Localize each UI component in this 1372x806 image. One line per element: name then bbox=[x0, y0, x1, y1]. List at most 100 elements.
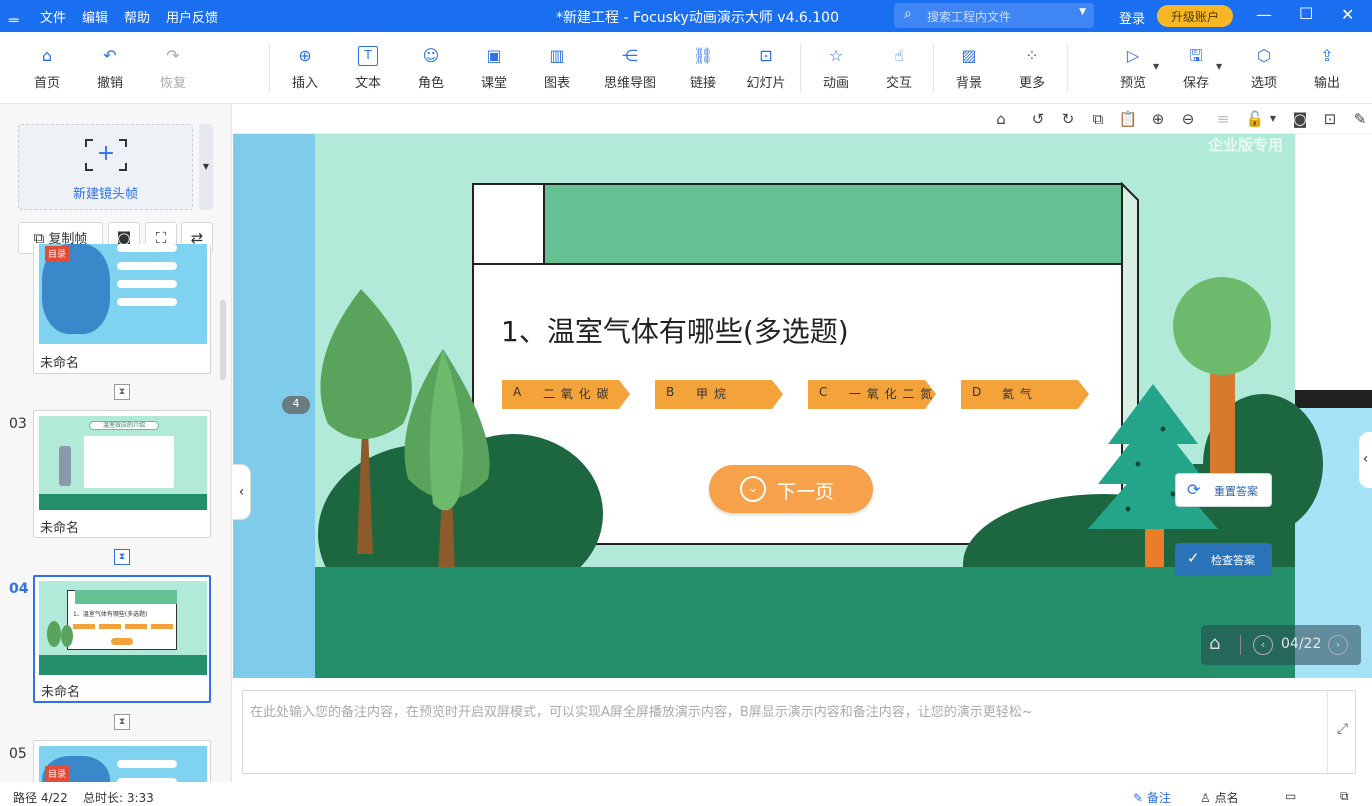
slide-name[interactable]: 未命名 bbox=[40, 517, 79, 536]
thumb-next bbox=[111, 638, 133, 645]
toc-bar bbox=[117, 778, 177, 782]
slide-thumbnail[interactable]: 目录 bbox=[33, 740, 211, 782]
frame-number-badge[interactable]: 4 bbox=[282, 397, 310, 410]
options-button[interactable]: ⬡ 选项 bbox=[1232, 32, 1296, 104]
option-c[interactable]: C 一 氧 化 二 氮 bbox=[805, 379, 937, 409]
rotate-left-icon[interactable]: ↺ bbox=[1028, 109, 1048, 129]
classroom-button[interactable]: ▣ 课堂 bbox=[462, 32, 526, 104]
reset-answer-button[interactable]: ⟳ 重置答案 bbox=[1175, 473, 1272, 507]
prev-page-icon[interactable]: ‹ bbox=[1253, 635, 1273, 655]
chevron-down-icon: ⌄ bbox=[740, 476, 766, 502]
redo-icon: ↷ bbox=[166, 46, 180, 65]
duration-status: 总时长: 3:33 bbox=[83, 791, 154, 805]
close-icon[interactable]: ✕ bbox=[1341, 5, 1354, 24]
preview-dropdown-icon[interactable]: ▼ bbox=[1153, 62, 1159, 71]
edit-icon[interactable]: ✎ bbox=[1350, 109, 1370, 129]
play-icon: ▷ bbox=[1126, 46, 1140, 65]
maximize-icon[interactable]: ☐ bbox=[1299, 4, 1313, 23]
slide-name[interactable]: 未命名 bbox=[40, 352, 79, 371]
slide-thumbnail[interactable]: 温室效应的介绍 未命名 bbox=[33, 410, 211, 538]
slides-label: 幻灯片 bbox=[746, 76, 786, 91]
new-frame-button[interactable]: + 新建镜头帧 bbox=[18, 124, 193, 210]
lock-dropdown-icon[interactable]: ▼ bbox=[1263, 109, 1283, 129]
notes-textarea[interactable]: 在此处输入您的备注内容，在预览时开启双屏模式，可以实现A屏全屏播放演示内容，B屏… bbox=[242, 690, 1357, 775]
save-label: 保存 bbox=[1182, 76, 1209, 91]
person-icon: ♙ bbox=[1200, 791, 1211, 805]
expand-right-panel-button[interactable]: ‹ bbox=[1359, 432, 1372, 488]
check-answer-button[interactable]: ✓ 检查答案 bbox=[1175, 543, 1272, 576]
menu-help[interactable]: 帮助 bbox=[124, 7, 150, 26]
thumb-tree bbox=[47, 621, 61, 647]
slide-thumbnail-selected[interactable]: 1、温室气体有哪些(多选题) 未命名 bbox=[33, 575, 211, 703]
align-icon[interactable]: ≡ bbox=[1213, 109, 1233, 129]
redo-button[interactable]: ↷ 恢复 bbox=[141, 32, 205, 104]
new-frame-dropdown[interactable]: ▼ bbox=[199, 124, 213, 210]
thumb-question: 1、温室气体有哪些(多选题) bbox=[73, 611, 148, 618]
upgrade-button[interactable]: 升级账户 bbox=[1157, 5, 1233, 27]
ground bbox=[315, 567, 1295, 678]
chart-button[interactable]: ▥ 图表 bbox=[525, 32, 589, 104]
minimize-icon[interactable]: — bbox=[1256, 5, 1272, 24]
option-a[interactable]: A 二 氧 化 碳 bbox=[499, 379, 631, 409]
menu-file[interactable]: 文件 bbox=[40, 7, 66, 26]
slide-artwork bbox=[233, 134, 1372, 678]
home-button[interactable]: ⌂ 首页 bbox=[15, 32, 79, 104]
lock-icon[interactable]: 🔓 bbox=[1245, 109, 1265, 129]
link-label: 链接 bbox=[689, 76, 716, 91]
transition-icon[interactable]: ⧗ bbox=[114, 549, 130, 565]
transition-icon[interactable]: ⧗ bbox=[114, 714, 130, 730]
question-title[interactable]: 1、温室气体有哪些(多选题) bbox=[501, 310, 849, 350]
rotate-right-icon[interactable]: ↻ bbox=[1058, 109, 1078, 129]
check-icon: ✓ bbox=[1187, 549, 1200, 567]
plus-icon: + bbox=[96, 141, 116, 166]
slide-thumb-image: 目录 bbox=[39, 746, 207, 782]
background-button[interactable]: ▨ 背景 bbox=[937, 32, 1001, 104]
option-d[interactable]: D 氦 气 bbox=[958, 379, 1090, 409]
panel-scrollbar[interactable] bbox=[220, 300, 226, 380]
slide-name[interactable]: 未命名 bbox=[41, 681, 80, 700]
text-button[interactable]: T 文本 bbox=[336, 32, 400, 104]
next-page-label: 下一页 bbox=[777, 481, 835, 503]
home-icon[interactable]: ⌂ bbox=[991, 109, 1011, 129]
screen-icon[interactable]: ▭ bbox=[1285, 789, 1296, 803]
rollcall-label: 点名 bbox=[1214, 791, 1239, 805]
slides-button[interactable]: ⊡ 幻灯片 bbox=[734, 32, 798, 104]
chevron-down-icon[interactable]: ▼ bbox=[1079, 7, 1086, 17]
menu-edit[interactable]: 编辑 bbox=[82, 7, 108, 26]
animation-button[interactable]: ☆ 动画 bbox=[804, 32, 868, 104]
canvas-stage[interactable]: 企业版专用 4 1、温室气体有哪些(多选题) A 二 氧 化 碳 B 甲 烷 C… bbox=[233, 134, 1372, 678]
window-mode-icon[interactable]: ⧉ bbox=[1340, 789, 1349, 804]
search-input[interactable]: ⌕ 搜索工程内文件 ▼ bbox=[894, 3, 1094, 28]
interaction-button[interactable]: ☝ 交互 bbox=[867, 32, 931, 104]
option-b[interactable]: B 甲 烷 bbox=[652, 379, 784, 409]
mindmap-button[interactable]: ⋲ 思维导图 bbox=[598, 32, 662, 104]
rollcall-button[interactable]: ♙ 点名 bbox=[1200, 789, 1239, 806]
copy-icon[interactable]: ⧉ bbox=[1088, 109, 1108, 129]
status-bar: 路径 4/22 总时长: 3:33 ✎ 备注 ♙ 点名 ▭ ⧉ bbox=[0, 786, 1372, 806]
expand-icon[interactable]: ⤢ bbox=[1327, 691, 1357, 775]
link-button[interactable]: ⛓ 链接 bbox=[671, 32, 735, 104]
export-button[interactable]: ⇪ 输出 bbox=[1295, 32, 1359, 104]
character-button[interactable]: ☺ 角色 bbox=[399, 32, 463, 104]
zoom-in-icon[interactable]: ⊕ bbox=[1148, 109, 1168, 129]
undo-button[interactable]: ↶ 撤销 bbox=[78, 32, 142, 104]
camera-icon[interactable]: ◙ bbox=[1290, 109, 1310, 129]
fold-icon[interactable]: 𝍡 bbox=[8, 7, 19, 31]
more-button[interactable]: ⁘ 更多 bbox=[1000, 32, 1064, 104]
insert-button[interactable]: ⊕ 插入 bbox=[273, 32, 337, 104]
next-page-button[interactable]: ⌄ 下一页 bbox=[709, 465, 873, 513]
paste-icon[interactable]: 📋 bbox=[1118, 109, 1138, 129]
next-page-icon[interactable]: › bbox=[1328, 635, 1348, 655]
frame-settings-icon[interactable]: ⊡ bbox=[1320, 109, 1340, 129]
zoom-out-icon[interactable]: ⊖ bbox=[1178, 109, 1198, 129]
playback-controls: ⌂ ‹ 04/22 › bbox=[1201, 625, 1361, 665]
mindmap-icon: ⋲ bbox=[622, 46, 638, 65]
slide-thumbnail[interactable]: 目录 未命名 bbox=[33, 244, 211, 374]
transition-icon[interactable]: ⧗ bbox=[114, 384, 130, 400]
collapse-left-panel-button[interactable]: ‹ bbox=[233, 464, 251, 520]
notes-toggle[interactable]: ✎ 备注 bbox=[1133, 789, 1171, 806]
home-icon[interactable]: ⌂ bbox=[1209, 633, 1220, 654]
menu-feedback[interactable]: 用户反馈 bbox=[166, 7, 218, 26]
login-link[interactable]: 登录 bbox=[1119, 8, 1145, 27]
save-dropdown-icon[interactable]: ▼ bbox=[1216, 62, 1222, 71]
